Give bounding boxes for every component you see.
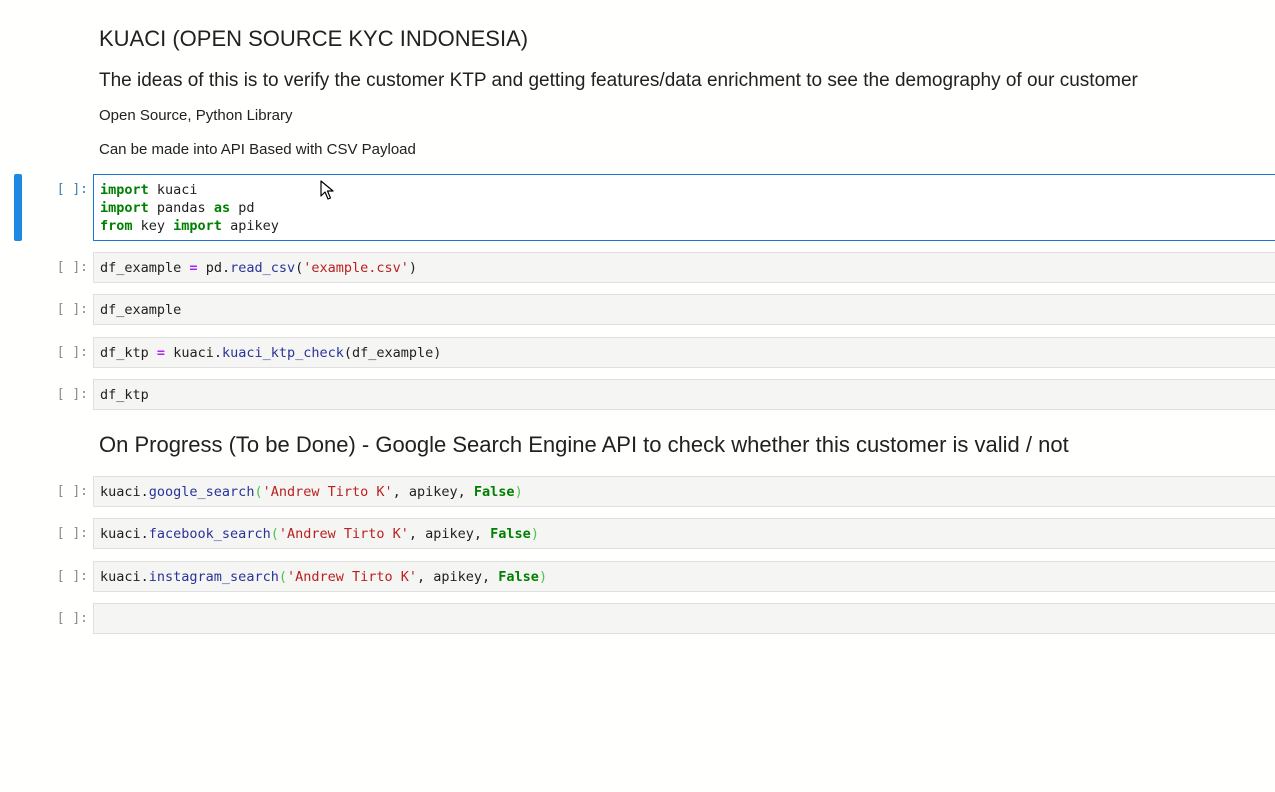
code-text: , apikey, xyxy=(417,569,499,585)
code-text: kuaci. xyxy=(100,569,149,585)
code-function: google_search xyxy=(148,484,255,500)
code-text: , apikey, xyxy=(392,484,474,500)
code-editor[interactable]: df_example xyxy=(93,294,1275,325)
code-string: 'Andrew Tirto K' xyxy=(262,484,393,500)
note-open-source: Open Source, Python Library xyxy=(99,107,293,124)
code-keyword: False xyxy=(498,569,539,585)
code-editor[interactable]: import kuaci import pandas as pd from key … xyxy=(93,174,1275,241)
code-text: kuaci. xyxy=(165,345,222,361)
code-string: 'Andrew Tirto K' xyxy=(278,526,409,542)
code-text: df_ktp xyxy=(100,387,149,403)
code-paren: ) xyxy=(408,260,418,276)
code-operator: = xyxy=(156,345,166,361)
code-text: apikey xyxy=(221,218,279,234)
active-cell-indicator[interactable] xyxy=(14,174,22,241)
code-editor[interactable]: kuaci.google_search('Andrew Tirto K', ap… xyxy=(93,476,1275,507)
notebook-description: The ideas of this is to verify the custo… xyxy=(99,70,1138,91)
code-paren: ) xyxy=(538,569,548,585)
cell-prompt: [ ]: xyxy=(56,526,88,541)
section-heading-progress: On Progress (To be Done) - Google Search… xyxy=(99,432,1069,457)
notebook: KUACI (OPEN SOURCE KYC INDONESIA) The id… xyxy=(0,0,1275,792)
code-paren: ) xyxy=(530,526,539,542)
code-paren: ( xyxy=(278,569,287,585)
code-paren: ( xyxy=(270,526,279,542)
code-keyword: False xyxy=(473,484,515,500)
code-keyword: import xyxy=(100,182,149,198)
code-editor[interactable]: df_ktp = kuaci.kuaci_ktp_check(df_exampl… xyxy=(93,337,1275,368)
cell-prompt: [ ]: xyxy=(56,569,88,584)
code-editor[interactable]: kuaci.facebook_search('Andrew Tirto K', … xyxy=(93,518,1275,549)
cell-prompt: [ ]: xyxy=(56,611,88,626)
code-paren: ( xyxy=(254,484,263,500)
code-keyword: False xyxy=(490,526,531,542)
code-text: df_example xyxy=(100,302,182,318)
cell-prompt: [ ]: xyxy=(56,345,88,360)
code-variable: df_ktp xyxy=(100,345,149,361)
cell-prompt: [ ]: xyxy=(56,484,88,499)
code-text: (df_example) xyxy=(343,345,442,361)
code-keyword: import xyxy=(100,200,149,216)
code-function: facebook_search xyxy=(148,526,271,542)
cell-prompt: [ ]: xyxy=(56,387,88,402)
code-variable: df_example xyxy=(100,260,182,276)
code-keyword: from xyxy=(100,218,133,234)
code-editor[interactable]: kuaci.instagram_search('Andrew Tirto K',… xyxy=(93,561,1275,592)
mouse-pointer-icon xyxy=(320,180,334,200)
code-editor[interactable] xyxy=(93,603,1275,634)
cell-prompt: [ ]: xyxy=(56,302,88,317)
code-text: kuaci. xyxy=(100,526,149,542)
code-text: pd. xyxy=(197,260,231,276)
code-editor[interactable]: df_example = pd.read_csv('example.csv') xyxy=(93,252,1275,283)
code-keyword: as xyxy=(213,200,231,216)
code-function: instagram_search xyxy=(148,569,279,585)
code-string: 'example.csv' xyxy=(303,260,409,276)
cell-prompt: [ ]: xyxy=(56,260,88,275)
notebook-title: KUACI (OPEN SOURCE KYC INDONESIA) xyxy=(99,26,529,51)
note-api-based: Can be made into API Based with CSV Payl… xyxy=(99,141,416,158)
cell-prompt: [ ]: xyxy=(56,182,88,197)
code-editor[interactable]: df_ktp xyxy=(93,379,1275,410)
code-function: read_csv xyxy=(230,260,296,276)
code-text: pd xyxy=(230,200,255,216)
code-text: , apikey, xyxy=(408,526,491,542)
code-keyword: import xyxy=(173,218,222,234)
code-text: pandas xyxy=(148,200,214,216)
code-string: 'Andrew Tirto K' xyxy=(286,569,418,585)
code-text: key xyxy=(132,218,174,234)
code-function: kuaci_ktp_check xyxy=(221,345,344,361)
code-operator: = xyxy=(189,260,198,276)
code-text: kuaci. xyxy=(100,484,149,500)
code-text: kuaci xyxy=(148,182,198,198)
code-paren: ) xyxy=(514,484,523,500)
